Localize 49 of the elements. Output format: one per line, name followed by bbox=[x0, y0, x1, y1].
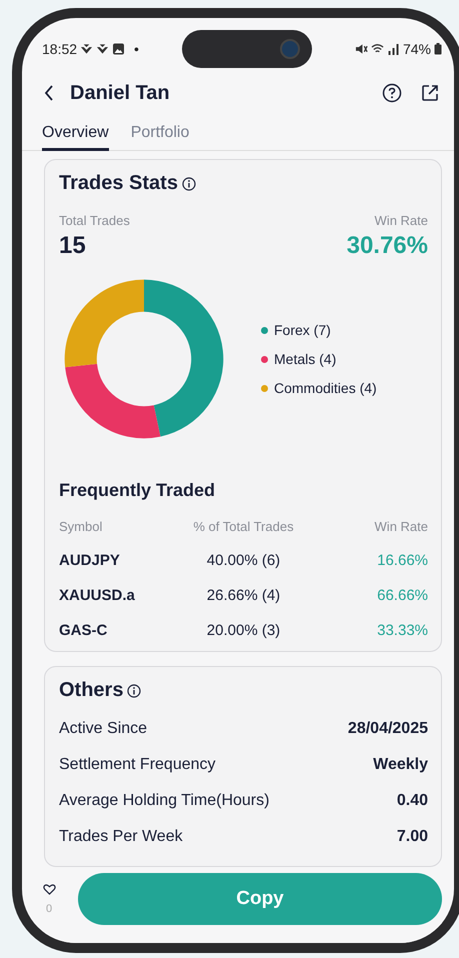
help-button[interactable] bbox=[380, 81, 404, 105]
table-cell-text: 40.00% (6) bbox=[206, 552, 282, 569]
table-cell-text: 20.00% (3) bbox=[206, 622, 282, 639]
detail-value: 0.40 bbox=[396, 792, 428, 810]
battery-percent: 74% bbox=[402, 41, 431, 57]
table-cell-text: 26.66% (4) bbox=[206, 587, 282, 604]
detail-label: Settlement Frequency bbox=[59, 756, 216, 774]
image-icon bbox=[112, 43, 126, 55]
like-count: 0 bbox=[46, 902, 52, 914]
copy-button[interactable]: Copy bbox=[78, 873, 442, 925]
signal-icon bbox=[386, 43, 400, 55]
column-header: Win Rate bbox=[374, 519, 428, 534]
detail-label: Active Since bbox=[59, 720, 148, 738]
section-title: Trades Stats bbox=[59, 172, 178, 195]
table-cell-text: 33.33% bbox=[376, 622, 428, 639]
status-dot: • bbox=[134, 41, 139, 57]
win-rate-value: 30.76% bbox=[346, 232, 428, 260]
status-time: 18:52 bbox=[42, 41, 78, 57]
mute-icon bbox=[354, 43, 368, 55]
tab[interactable]: Portfolio bbox=[130, 120, 190, 151]
legend-label: Metals (4) bbox=[274, 351, 336, 367]
app-notification-icon bbox=[80, 43, 94, 55]
column-header: % of Total Trades bbox=[192, 519, 295, 534]
detail-label: Trades Per Week bbox=[59, 828, 183, 846]
detail-value: Weekly bbox=[373, 756, 428, 774]
detail-label: Average Holding Time(Hours) bbox=[59, 792, 270, 810]
info-icon[interactable] bbox=[127, 684, 142, 698]
info-icon[interactable] bbox=[182, 176, 196, 190]
section-title: Others bbox=[59, 679, 124, 702]
heart-icon[interactable] bbox=[42, 884, 56, 894]
stat-label: Total Trades bbox=[59, 213, 130, 228]
column-header: Symbol bbox=[59, 519, 104, 534]
legend-label: Commodities (4) bbox=[274, 380, 377, 396]
tab[interactable]: Overview bbox=[42, 120, 109, 151]
detail-value: 28/04/2025 bbox=[348, 720, 428, 738]
table-cell-text: GAS-C bbox=[59, 622, 108, 639]
total-trades-value: 15 bbox=[59, 232, 87, 260]
page-title: Daniel Tan bbox=[70, 82, 170, 104]
app-notification-icon bbox=[96, 43, 110, 55]
table-cell-text: 66.66% bbox=[376, 587, 428, 604]
detail-value: 7.00 bbox=[396, 828, 428, 846]
table-cell-text: XAUUSD.a bbox=[59, 587, 136, 604]
battery-icon bbox=[434, 43, 442, 55]
section-title: Frequently Traded bbox=[59, 480, 216, 501]
table-cell-text: 16.66% bbox=[376, 552, 428, 569]
legend-label: Forex (7) bbox=[274, 322, 331, 338]
table-cell-text: AUDJPY bbox=[59, 552, 121, 569]
wifi-icon bbox=[370, 43, 384, 55]
stat-label: Win Rate bbox=[374, 213, 428, 228]
